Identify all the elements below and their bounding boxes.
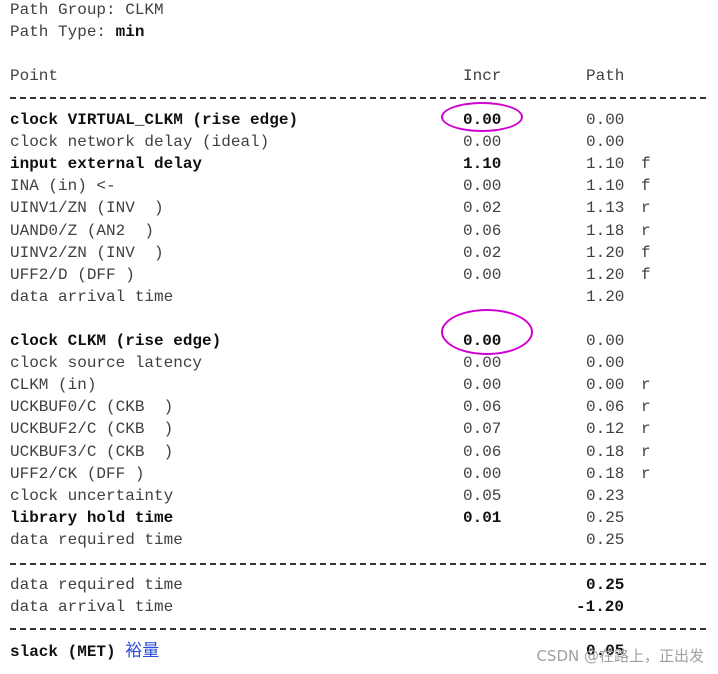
- launch-row-incr: 0.00: [463, 177, 502, 196]
- capture-row-point: UCKBUF3/C (CKB ): [10, 442, 174, 461]
- launch-row-path: 1.18: [586, 221, 625, 240]
- capture-row-point: clock source latency: [10, 354, 203, 373]
- highlight-circle-launch-edge: [441, 102, 523, 132]
- capture-row-incr: 0.05: [463, 486, 502, 505]
- launch-row-point: INA (in) <-: [10, 177, 116, 196]
- launch-row-incr: 0.02: [463, 199, 502, 218]
- capture-row-edge: r: [641, 420, 651, 439]
- launch-row-edge: f: [641, 177, 651, 196]
- launch-row-path: 1.10: [586, 155, 625, 174]
- launch-row-incr: 0.00: [463, 133, 502, 152]
- summary-row-value: 0.25: [586, 576, 625, 594]
- path-type-line: Path Type: min: [10, 22, 144, 42]
- capture-row-edge: r: [641, 376, 651, 395]
- launch-row-path: 1.20: [586, 287, 625, 306]
- column-header-point: Point: [10, 67, 59, 85]
- launch-row-incr: 0.02: [463, 243, 502, 262]
- launch-row-edge: f: [641, 243, 651, 262]
- launch-row-path: 1.20: [586, 265, 625, 284]
- capture-row-path: 0.00: [586, 332, 625, 350]
- launch-row-point: UINV1/ZN (INV ): [10, 199, 164, 218]
- launch-row-path: 1.20: [586, 243, 625, 262]
- path-type-label: Path Type:: [10, 23, 116, 41]
- launch-row-point: UFF2/D (DFF ): [10, 265, 135, 284]
- capture-row-edge: r: [641, 464, 651, 483]
- summary-row-label: data required time: [10, 576, 183, 594]
- launch-row-path: 0.00: [586, 111, 625, 129]
- launch-row-point: input external delay: [10, 155, 203, 174]
- capture-row-path: 0.00: [586, 376, 625, 395]
- capture-row-path: 0.12: [586, 420, 625, 439]
- column-header-path: Path: [586, 67, 625, 85]
- capture-row-point: clock uncertainty: [10, 486, 174, 505]
- launch-row-point: data arrival time: [10, 287, 174, 306]
- launch-row-point: clock network delay (ideal): [10, 133, 270, 152]
- capture-row-point: clock CLKM (rise edge): [10, 332, 222, 350]
- capture-row-incr: 0.00: [463, 464, 502, 483]
- capture-row-point: data required time: [10, 530, 183, 549]
- summary-row-label: data arrival time: [10, 598, 174, 617]
- slack-annotation: 裕量: [125, 641, 160, 661]
- separator-top: [10, 97, 706, 99]
- capture-row-incr: 0.00: [463, 376, 502, 395]
- capture-row-path: 0.18: [586, 442, 625, 461]
- capture-row-path: 0.25: [586, 508, 625, 527]
- launch-row-edge: r: [641, 221, 651, 240]
- capture-row-incr: 0.06: [463, 442, 502, 461]
- capture-row-point: CLKM (in): [10, 376, 97, 395]
- capture-row-incr: 0.07: [463, 420, 502, 439]
- column-header-incr: Incr: [463, 67, 502, 85]
- capture-row-incr: 0.01: [463, 508, 502, 527]
- capture-row-point: UCKBUF0/C (CKB ): [10, 398, 174, 417]
- launch-row-edge: f: [641, 265, 651, 284]
- capture-row-path: 0.25: [586, 530, 625, 549]
- capture-row-point: UFF2/CK (DFF ): [10, 464, 145, 483]
- summary-row-value: -1.20: [576, 598, 625, 617]
- separator-mid: [10, 563, 706, 565]
- watermark: CSDN @在路上，正出发: [536, 647, 704, 665]
- launch-row-path: 0.00: [586, 133, 625, 152]
- capture-row-path: 0.23: [586, 486, 625, 505]
- launch-row-edge: r: [641, 199, 651, 218]
- capture-row-path: 0.06: [586, 398, 625, 417]
- slack-label: slack (MET) 裕量: [10, 641, 160, 661]
- launch-row-incr: 1.10: [463, 155, 502, 174]
- launch-row-point: UAND0/Z (AN2 ): [10, 221, 155, 240]
- highlight-circle-capture-edge: [441, 309, 533, 355]
- capture-row-path: 0.18: [586, 464, 625, 483]
- launch-row-incr: 0.06: [463, 221, 502, 240]
- launch-row-path: 1.10: [586, 177, 625, 196]
- capture-row-incr: 0.06: [463, 398, 502, 417]
- path-type-value: min: [115, 23, 145, 41]
- separator-bottom: [10, 628, 706, 630]
- capture-row-incr: 0.00: [463, 354, 502, 373]
- capture-row-edge: r: [641, 398, 651, 417]
- capture-row-point: UCKBUF2/C (CKB ): [10, 420, 174, 439]
- capture-row-point: library hold time: [10, 508, 174, 527]
- launch-row-path: 1.13: [586, 199, 625, 218]
- launch-row-point: UINV2/ZN (INV ): [10, 243, 164, 262]
- launch-row-incr: 0.00: [463, 265, 502, 284]
- capture-row-path: 0.00: [586, 354, 625, 373]
- path-group-line: Path Group: CLKM: [10, 1, 164, 19]
- launch-row-edge: f: [641, 155, 651, 174]
- capture-row-edge: r: [641, 442, 651, 461]
- launch-row-point: clock VIRTUAL_CLKM (rise edge): [10, 111, 299, 129]
